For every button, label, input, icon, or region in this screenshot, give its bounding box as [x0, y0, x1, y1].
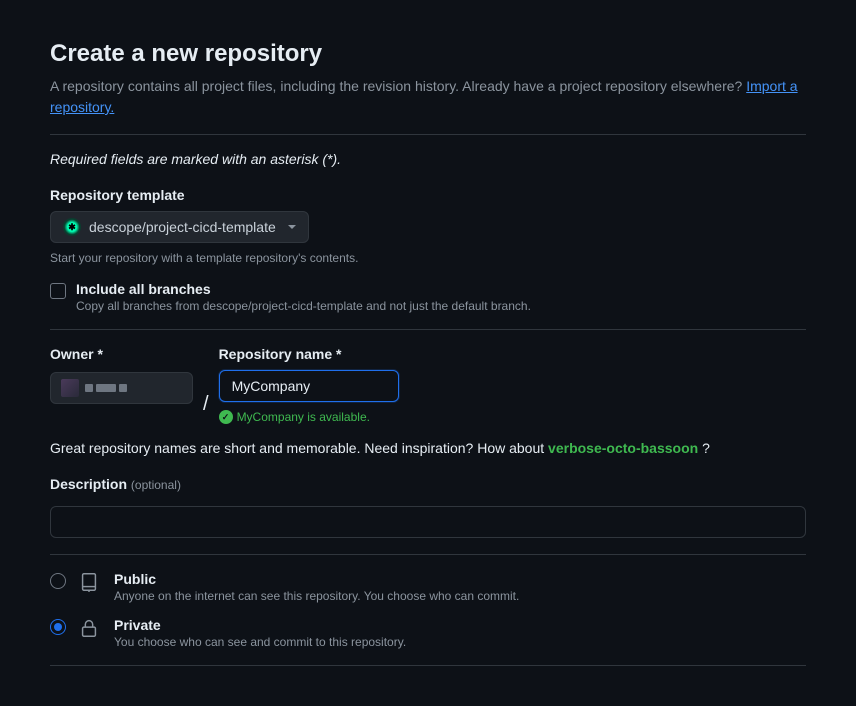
- inspiration-suffix: ?: [698, 440, 710, 456]
- template-dropdown[interactable]: ✱ descope/project-cicd-template: [50, 211, 309, 243]
- check-circle-icon: ✓: [219, 410, 233, 424]
- description-label: Description (optional): [50, 476, 806, 492]
- inspiration-text: Great repository names are short and mem…: [50, 440, 806, 456]
- visibility-public-radio[interactable]: [50, 573, 66, 589]
- repo-name-input[interactable]: [219, 370, 399, 402]
- owner-dropdown[interactable]: [50, 372, 193, 404]
- description-input[interactable]: [50, 506, 806, 538]
- divider: [50, 329, 806, 330]
- owner-avatar: [61, 379, 79, 397]
- required-fields-note: Required fields are marked with an aster…: [50, 151, 806, 167]
- visibility-private-desc: You choose who can see and commit to thi…: [114, 635, 406, 649]
- include-branches-label: Include all branches: [76, 281, 531, 297]
- description-label-text: Description: [50, 476, 127, 492]
- availability-text: MyCompany is available.: [237, 410, 370, 424]
- include-branches-desc: Copy all branches from descope/project-c…: [76, 299, 531, 313]
- owner-label: Owner *: [50, 346, 193, 362]
- template-helper-text: Start your repository with a template re…: [50, 251, 806, 265]
- divider: [50, 554, 806, 555]
- owner-name-redacted: [85, 384, 127, 392]
- divider: [50, 134, 806, 135]
- subtitle-text: A repository contains all project files,…: [50, 78, 746, 94]
- visibility-private-label: Private: [114, 617, 406, 633]
- page-subtitle: A repository contains all project files,…: [50, 76, 806, 118]
- description-optional-text: (optional): [131, 478, 181, 492]
- page-title: Create a new repository: [50, 40, 806, 68]
- template-org-icon: ✱: [63, 218, 81, 236]
- visibility-public-label: Public: [114, 571, 519, 587]
- path-separator: /: [203, 388, 209, 420]
- lock-icon: [78, 617, 102, 642]
- visibility-public-desc: Anyone on the internet can see this repo…: [114, 589, 519, 603]
- name-suggestion-link[interactable]: verbose-octo-bassoon: [548, 440, 698, 456]
- chevron-down-icon: [288, 225, 296, 229]
- inspiration-prefix: Great repository names are short and mem…: [50, 440, 548, 456]
- template-selected-text: descope/project-cicd-template: [89, 219, 276, 235]
- include-branches-checkbox[interactable]: [50, 283, 66, 299]
- template-label: Repository template: [50, 187, 806, 203]
- repo-icon: [78, 571, 102, 596]
- visibility-private-radio[interactable]: [50, 619, 66, 635]
- divider: [50, 665, 806, 666]
- repo-name-label: Repository name *: [219, 346, 399, 362]
- availability-message: ✓ MyCompany is available.: [219, 410, 399, 424]
